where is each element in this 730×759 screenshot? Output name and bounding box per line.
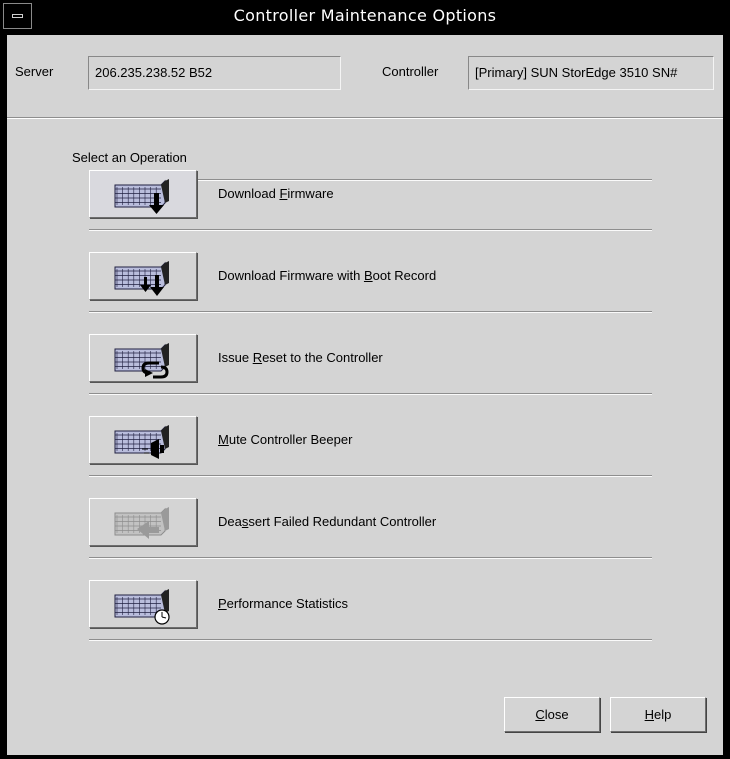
- download-firmware-boot-record-label: Download Firmware with Boot Record: [218, 268, 436, 283]
- close-mnemonic: C: [535, 707, 545, 722]
- download-firmware-icon: [114, 179, 169, 214]
- label-mnemonic: M: [218, 432, 229, 447]
- section-title: Select an Operation: [72, 150, 187, 165]
- operations-separator: [89, 557, 652, 558]
- server-field: 206.235.238.52 B52: [88, 56, 341, 90]
- download-firmware-boot-record-button[interactable]: [89, 252, 197, 300]
- performance-statistics-button[interactable]: [89, 580, 197, 628]
- operations-separator: [89, 639, 652, 640]
- performance-statistics-icon: [114, 589, 170, 625]
- performance-statistics-label: Performance Statistics: [218, 596, 348, 611]
- label-mnemonic: P: [218, 596, 227, 611]
- label-text: eset to the Controller: [262, 350, 383, 365]
- download-firmware-label: Download Firmware: [218, 186, 334, 201]
- reset-controller-label: Issue Reset to the Controller: [218, 350, 383, 365]
- mute-beeper-icon: [114, 425, 169, 459]
- help-button[interactable]: Help: [610, 697, 706, 732]
- help-mnemonic: H: [644, 707, 655, 722]
- window-title: Controller Maintenance Options: [233, 6, 497, 25]
- dialog-body: Server 206.235.238.52 B52 Controller [Pr…: [7, 35, 723, 755]
- label-text: ute Controller Beeper: [228, 432, 353, 447]
- operations-separator: [89, 229, 652, 230]
- label-text: oot Record: [372, 268, 437, 283]
- label-mnemonic: R: [252, 350, 263, 365]
- controller-field: [Primary] SUN StorEdge 3510 SN#: [468, 56, 714, 90]
- deassert-controller-icon: [114, 507, 169, 539]
- download-firmware-boot-record-icon: [114, 261, 169, 296]
- label-mnemonic: B: [363, 268, 373, 283]
- download-firmware-button[interactable]: [89, 170, 197, 218]
- operations-separator: [89, 475, 652, 476]
- reset-controller-icon: [114, 343, 169, 379]
- label-text: sert Failed Redundant Controller: [248, 514, 437, 529]
- label-text: Download Firmware with: [218, 268, 364, 283]
- reset-controller-button[interactable]: [89, 334, 197, 382]
- label-text: irmware: [287, 186, 334, 201]
- label-text: Download: [218, 186, 280, 201]
- label-text: erformance Statistics: [226, 596, 349, 611]
- help-label: elp: [654, 707, 672, 722]
- title-bar: Controller Maintenance Options: [0, 0, 730, 35]
- controller-label: Controller: [382, 64, 439, 79]
- mute-beeper-button[interactable]: [89, 416, 197, 464]
- server-controller-bar: Server 206.235.238.52 B52 Controller [Pr…: [7, 35, 723, 118]
- label-text: Dea: [218, 514, 242, 529]
- deassert-controller-label: Deassert Failed Redundant Controller: [218, 514, 436, 529]
- close-label: lose: [544, 707, 569, 722]
- operations-separator: [89, 311, 652, 312]
- operations-separator: [89, 393, 652, 394]
- maintenance-window: Controller Maintenance Options Server 20…: [0, 0, 730, 759]
- mute-beeper-label: Mute Controller Beeper: [218, 432, 352, 447]
- close-button[interactable]: Close: [504, 697, 600, 732]
- server-label: Server: [15, 64, 54, 79]
- label-text: Issue: [218, 350, 253, 365]
- deassert-controller-button: [89, 498, 197, 546]
